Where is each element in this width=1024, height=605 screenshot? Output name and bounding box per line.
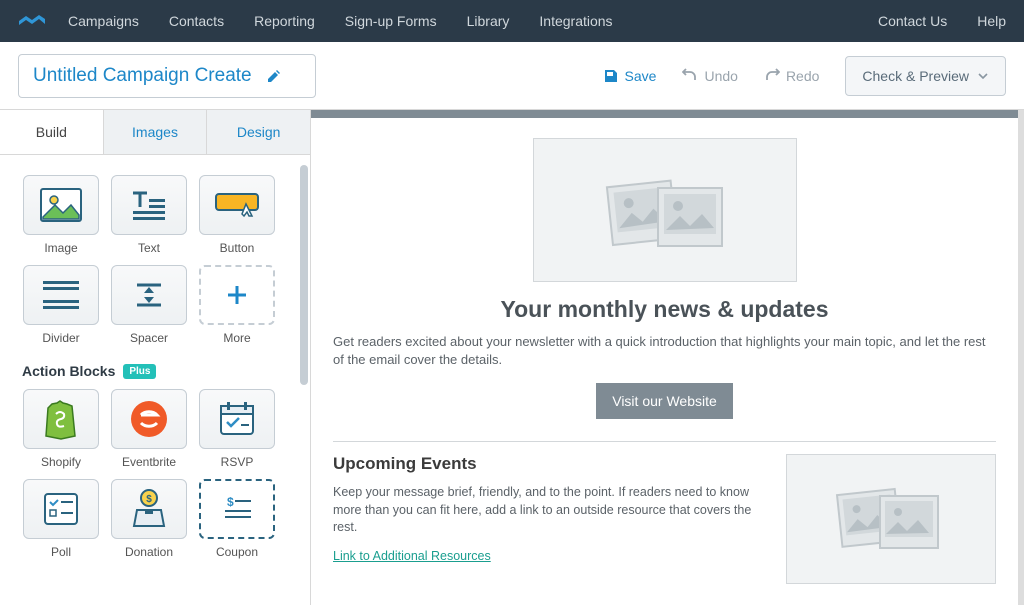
spacer-icon xyxy=(111,265,187,325)
redo-label: Redo xyxy=(786,68,819,84)
nav-reporting[interactable]: Reporting xyxy=(254,13,315,29)
editor-content: Build Images Design Image Text xyxy=(0,110,1024,605)
nav-signup-forms[interactable]: Sign-up Forms xyxy=(345,13,437,29)
events-link[interactable]: Link to Additional Resources xyxy=(333,549,491,563)
block-label: RSVP xyxy=(221,455,254,469)
redo-button[interactable]: Redo xyxy=(764,68,819,84)
block-more[interactable]: More xyxy=(198,265,276,345)
cta-button[interactable]: Visit our Website xyxy=(596,383,733,419)
block-label: Donation xyxy=(125,545,173,559)
button-icon xyxy=(199,175,275,235)
save-label: Save xyxy=(625,68,657,84)
block-label: Button xyxy=(220,241,255,255)
block-label: Shopify xyxy=(41,455,81,469)
hero-image-placeholder[interactable] xyxy=(533,138,797,282)
nav-library[interactable]: Library xyxy=(467,13,510,29)
block-rsvp[interactable]: RSVP xyxy=(198,389,276,469)
block-label: Text xyxy=(138,241,160,255)
campaign-title-editor[interactable]: Untitled Campaign Create xyxy=(18,54,316,98)
hero-description[interactable]: Get readers excited about your newslette… xyxy=(333,333,996,369)
nav-contact-us[interactable]: Contact Us xyxy=(878,13,947,29)
pencil-icon[interactable] xyxy=(266,68,282,84)
save-button[interactable]: Save xyxy=(603,68,657,84)
block-divider[interactable]: Divider xyxy=(22,265,100,345)
sidebar-tabs: Build Images Design xyxy=(0,110,310,155)
blocks-panel: Image Text Button xyxy=(0,155,310,605)
tab-build[interactable]: Build xyxy=(0,110,104,154)
tab-design[interactable]: Design xyxy=(207,110,310,154)
block-label: More xyxy=(223,331,250,345)
app-logo[interactable] xyxy=(18,11,46,31)
block-spacer[interactable]: Spacer xyxy=(110,265,188,345)
block-label: Eventbrite xyxy=(122,455,176,469)
check-preview-label: Check & Preview xyxy=(862,68,969,84)
chevron-down-icon xyxy=(977,70,989,82)
section-divider xyxy=(333,441,996,442)
block-text[interactable]: Text xyxy=(110,175,188,255)
top-nav: Campaigns Contacts Reporting Sign-up For… xyxy=(0,0,1024,42)
block-image[interactable]: Image xyxy=(22,175,100,255)
block-label: Divider xyxy=(42,331,79,345)
poll-icon xyxy=(23,479,99,539)
coupon-icon: $ xyxy=(199,479,275,539)
divider-icon xyxy=(23,265,99,325)
scrollbar[interactable] xyxy=(300,165,308,385)
action-blocks-header: Action Blocks Plus xyxy=(22,363,300,379)
email-preview[interactable]: Your monthly news & updates Get readers … xyxy=(311,118,1018,605)
events-image-placeholder[interactable] xyxy=(786,454,996,584)
eventbrite-icon xyxy=(111,389,187,449)
block-label: Image xyxy=(44,241,77,255)
undo-label: Undo xyxy=(704,68,737,84)
block-label: Poll xyxy=(51,545,71,559)
campaign-title: Untitled Campaign Create xyxy=(33,65,252,87)
events-description[interactable]: Keep your message brief, friendly, and t… xyxy=(333,484,768,537)
preview-pane: Your monthly news & updates Get readers … xyxy=(311,110,1024,605)
svg-text:$: $ xyxy=(227,495,234,509)
block-donation[interactable]: $ Donation xyxy=(110,479,188,559)
block-poll[interactable]: Poll xyxy=(22,479,100,559)
block-coupon[interactable]: $ Coupon xyxy=(198,479,276,559)
nav-campaigns[interactable]: Campaigns xyxy=(68,13,139,29)
nav-integrations[interactable]: Integrations xyxy=(539,13,612,29)
preview-scrollbar[interactable] xyxy=(1018,110,1024,605)
shopify-icon xyxy=(23,389,99,449)
block-shopify[interactable]: Shopify xyxy=(22,389,100,469)
events-title[interactable]: Upcoming Events xyxy=(333,454,768,474)
image-icon xyxy=(23,175,99,235)
nav-contacts[interactable]: Contacts xyxy=(169,13,224,29)
tab-images[interactable]: Images xyxy=(104,110,208,154)
text-icon xyxy=(111,175,187,235)
donation-icon: $ xyxy=(111,479,187,539)
preview-top-bar xyxy=(311,110,1018,118)
block-label: Spacer xyxy=(130,331,168,345)
block-label: Coupon xyxy=(216,545,258,559)
plus-badge: Plus xyxy=(123,364,156,379)
calendar-icon xyxy=(199,389,275,449)
action-blocks-title: Action Blocks xyxy=(22,363,115,379)
svg-text:$: $ xyxy=(146,494,152,505)
block-eventbrite[interactable]: Eventbrite xyxy=(110,389,188,469)
undo-button[interactable]: Undo xyxy=(682,68,737,84)
block-button[interactable]: Button xyxy=(198,175,276,255)
events-section: Upcoming Events Keep your message brief,… xyxy=(333,454,996,584)
editor-header: Untitled Campaign Create Save Undo Redo … xyxy=(0,42,1024,110)
left-sidebar: Build Images Design Image Text xyxy=(0,110,311,605)
nav-help[interactable]: Help xyxy=(977,13,1006,29)
hero-title[interactable]: Your monthly news & updates xyxy=(333,296,996,323)
check-preview-button[interactable]: Check & Preview xyxy=(845,56,1006,96)
plus-icon xyxy=(199,265,275,325)
